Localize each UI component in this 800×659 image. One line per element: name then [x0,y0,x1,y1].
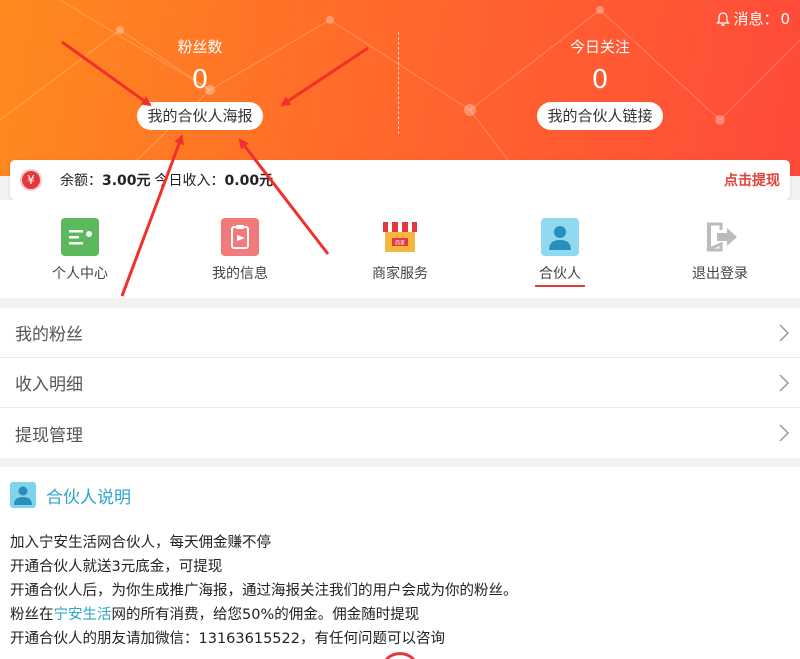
nav-label: 商家服务 [372,266,428,282]
today-follow-stat: 今日关注 0 我的合伙人链接 [400,36,800,130]
nav-item-logout[interactable]: 退出登录 [640,200,800,298]
partner-explanation: 合伙人说明 加入宁安生活网合伙人，每天佣金赚不停 开通合伙人就送3元底金，可提现… [0,467,800,659]
yuan-coin-icon: ¥ [20,169,42,191]
header-banner: 消息： 0 粉丝数 0 我的合伙人海报 今日关注 0 我的合伙人链接 [0,0,800,176]
id-card-icon [61,218,99,256]
balance-value: 3.00元 [102,173,151,189]
partner-icon [541,218,579,256]
explanation-title: 合伙人说明 [10,481,790,509]
nav-item-merchant-service[interactable]: 商家 商家服务 [320,200,480,298]
messages-count: 0 [780,9,790,28]
nav-bar: 个人中心 我的信息 商家 商家服务 合伙人 退出登录 [0,200,800,298]
fans-count: 0 [191,65,209,95]
menu-item-label: 收入明细 [15,375,83,395]
explanation-title-text: 合伙人说明 [46,487,131,508]
header-divider [398,32,399,134]
nav-label: 退出登录 [692,266,748,282]
messages-label: 消息： [733,10,779,28]
nav-label: 合伙人 [535,264,585,287]
chevron-right-icon [779,424,790,442]
nav-label: 我的信息 [212,266,268,282]
fans-stat: 粉丝数 0 我的合伙人海报 [0,36,400,130]
income-label: 今日收入： [154,173,225,189]
today-follow-label: 今日关注 [569,38,630,56]
withdraw-link[interactable]: 点击提现 [724,170,780,190]
menu-item-income-detail[interactable]: 收入明细 [0,358,800,408]
menu-item-my-fans[interactable]: 我的粉丝 [0,308,800,358]
menu-item-label: 我的粉丝 [15,325,83,345]
explanation-line: 开通合伙人的朋友请加微信：13163615522，有任何问题可以咨询 [10,631,445,647]
explanation-lines: 加入宁安生活网合伙人，每天佣金赚不停 开通合伙人就送3元底金，可提现 开通合伙人… [10,531,790,651]
messages-indicator[interactable]: 消息： 0 [715,8,790,29]
shop-icon: 商家 [381,218,419,256]
balance-label: 余额： [60,173,102,189]
explanation-line: 开通合伙人就送3元底金，可提现 [10,559,223,575]
my-link-button[interactable]: 我的合伙人链接 [537,102,663,130]
partner-icon [10,482,36,508]
explanation-line: 粉丝在宁安生活网的所有消费，给您50%的佣金。佣金随时提现 [10,603,790,627]
shop-badge-text: 商家 [395,240,405,247]
nav-item-my-info[interactable]: 我的信息 [160,200,320,298]
menu-item-label: 提现管理 [15,425,83,446]
my-poster-button[interactable]: 我的合伙人海报 [137,102,263,130]
bell-icon [716,11,731,26]
site-name-highlight: 宁安生活 [53,607,112,623]
income-value: 0.00元 [224,173,274,189]
balance-bar: ¥ 余额： 3.00元 今日收入： 0.00元 点击提现 [10,160,790,200]
nav-item-partner[interactable]: 合伙人 [480,200,640,298]
line-text: 网的所有消费，给您50%的佣金。佣金随时提现 [111,607,420,623]
line-text: 粉丝在 [10,607,54,623]
nav-item-personal-center[interactable]: 个人中心 [0,200,160,298]
explanation-line: 开通合伙人后，为你生成推广海报，通过海报关注我们的用户会成为你的粉丝。 [10,583,518,599]
nav-label: 个人中心 [52,266,108,282]
explanation-line: 加入宁安生活网合伙人，每天佣金赚不停 [10,535,271,551]
fans-label: 粉丝数 [177,38,223,56]
logout-icon [701,218,739,256]
menu-list: 我的粉丝 收入明细 提现管理 [0,308,800,458]
chevron-right-icon [779,374,790,392]
clipboard-icon [221,218,259,256]
chevron-right-icon [779,324,790,342]
today-follow-count: 0 [591,65,609,95]
menu-item-withdraw-manage[interactable]: 提现管理 [0,408,800,458]
